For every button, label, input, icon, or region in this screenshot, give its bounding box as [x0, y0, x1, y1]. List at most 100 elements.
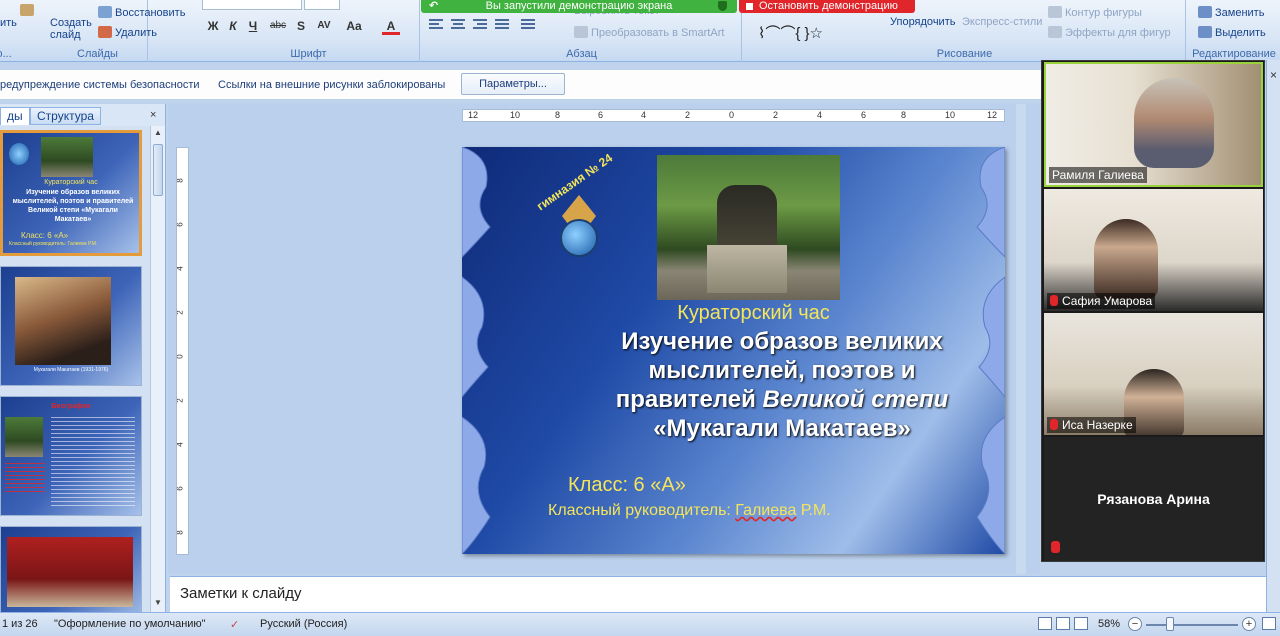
tab-outline[interactable]: Структура — [30, 107, 101, 125]
editor-scrollbar[interactable] — [1016, 104, 1026, 574]
slide-thumbnail-3[interactable]: Биография — [0, 396, 142, 516]
shield-icon — [718, 1, 727, 11]
stop-icon — [746, 3, 753, 10]
char-spacing-button[interactable]: AV — [312, 17, 336, 35]
shadow-button[interactable]: S — [292, 17, 310, 35]
left-ornament — [462, 147, 491, 554]
mute-icon — [1051, 541, 1060, 553]
align-right-button[interactable] — [472, 17, 488, 31]
arrange-button[interactable]: Упорядочить — [890, 16, 955, 28]
delete-icon — [98, 26, 112, 38]
ruler-tick: 2 — [685, 110, 691, 120]
ruler-tick: 4 — [641, 110, 647, 120]
italic-button[interactable]: К — [224, 17, 242, 35]
align-center-button[interactable] — [450, 17, 466, 31]
ruler-tick: 8 — [176, 178, 185, 183]
zoom-slider-knob[interactable] — [1166, 617, 1174, 631]
ruler-tick: 10 — [510, 110, 521, 120]
thumb-title: Изучение образов великих мыслителей, поэ… — [12, 189, 134, 223]
ruler-tick: 4 — [817, 110, 823, 120]
shape-outline-button[interactable]: Контур фигуры — [1048, 6, 1142, 19]
new-slide-button[interactable]: Создать слайд — [50, 17, 94, 41]
ruler-tick: 6 — [861, 110, 867, 120]
view-sorter-icon[interactable] — [1056, 617, 1070, 630]
scroll-thumb[interactable] — [153, 144, 163, 196]
zoom-level[interactable]: 58% — [1098, 618, 1120, 630]
mute-icon — [1050, 295, 1058, 306]
slide-canvas[interactable]: гимназия № 24 Кураторский час Изучение о… — [462, 147, 1005, 554]
ribbon: ить Создать слайд Восстановить Удалить С… — [0, 0, 1280, 62]
slide-thumbnail-1[interactable]: Кураторский час Изучение образов великих… — [0, 130, 142, 256]
replace-button[interactable]: Заменить — [1198, 6, 1264, 19]
delete-button[interactable]: Удалить — [98, 26, 157, 39]
restore-label: Восстановить — [115, 7, 186, 19]
underline-button[interactable]: Ч — [244, 17, 262, 35]
notes-placeholder: Заметки к слайду — [180, 585, 302, 602]
paste-label-partial[interactable]: ить — [0, 17, 17, 29]
thumb-teacher: Классный руководитель: Галиева Р.М. — [9, 241, 98, 247]
screen-share-banner[interactable]: ↶ Вы запустили демонстрацию экрана — [421, 0, 737, 13]
change-case-button[interactable]: Aa — [342, 17, 366, 35]
slide-thumbnail-4[interactable] — [0, 526, 142, 612]
strikethrough-button[interactable]: abc — [266, 17, 290, 35]
shapes-gallery[interactable]: ⌇⌒⌒{ }☆ — [758, 22, 823, 43]
ribbon-group-editing: Заменить Выделить Редактирование — [1188, 0, 1280, 62]
font-color-button[interactable]: A — [382, 17, 400, 35]
participant-tile-3[interactable]: Иса Назерке — [1044, 313, 1263, 435]
right-task-pane: × — [1266, 60, 1280, 612]
zoom-slider[interactable] — [1146, 624, 1238, 626]
shape-effects-label: Эффекты для фигур — [1065, 27, 1171, 39]
express-styles-button[interactable]: Экспресс-стили — [962, 16, 1042, 28]
thumb-subtitle: Кураторский час — [44, 179, 98, 186]
participant-video — [1134, 78, 1214, 168]
title-line-1: Изучение образов великих — [621, 328, 943, 355]
view-normal-icon[interactable] — [1038, 617, 1052, 630]
slide-thumbnail-2[interactable]: Мукагали Макатаев (1931-1976) — [0, 266, 142, 386]
tab-slides[interactable]: ды — [0, 107, 30, 125]
close-icon[interactable]: × — [1270, 68, 1277, 82]
justify-button[interactable] — [494, 17, 510, 31]
vertical-ruler: 8 6 4 2 0 2 4 6 8 — [176, 147, 189, 555]
font-size-field[interactable] — [304, 0, 340, 10]
notes-pane[interactable]: Заметки к слайду — [170, 576, 1280, 612]
align-left-button[interactable] — [428, 17, 444, 31]
shape-effects-icon — [1048, 26, 1062, 38]
ruler-tick: 6 — [598, 110, 604, 120]
select-label: Выделить — [1215, 27, 1266, 39]
language[interactable]: Русский (Россия) — [260, 618, 347, 630]
view-show-icon[interactable] — [1074, 617, 1088, 630]
stop-share-button[interactable]: Остановить демонстрацию — [739, 0, 915, 13]
ruler-tick: 4 — [176, 266, 185, 271]
thumb-logo — [9, 143, 29, 165]
restore-button[interactable]: Восстановить — [98, 6, 185, 19]
thumb-text-lines — [51, 417, 135, 507]
shape-effects-button[interactable]: Эффекты для фигур — [1048, 26, 1171, 39]
columns-button[interactable] — [520, 17, 536, 31]
participant-name-text: Рязанова Арина — [1097, 491, 1210, 507]
slide-thumbnails: Кураторский час Изучение образов великих… — [0, 126, 150, 612]
ruler-tick: 0 — [729, 110, 735, 120]
font-name-field[interactable] — [202, 0, 302, 10]
bold-button[interactable]: Ж — [204, 17, 222, 35]
smartart-button[interactable]: Преобразовать в SmartArt — [574, 26, 724, 39]
spellcheck-icon[interactable]: ✓ — [230, 618, 239, 631]
thumbnails-scrollbar[interactable]: ▲ ▼ — [150, 126, 165, 612]
participant-tile-1[interactable]: Рамиля Галиева — [1044, 62, 1263, 187]
paste-icon[interactable] — [20, 4, 37, 17]
fit-window-icon[interactable] — [1262, 617, 1276, 630]
teacher-label: Классный руководитель: — [548, 502, 736, 519]
participant-tile-2[interactable]: Сафия Умарова — [1044, 189, 1263, 311]
close-icon[interactable]: × — [150, 109, 156, 121]
shape-outline-label: Контур фигуры — [1065, 7, 1142, 19]
security-options-button[interactable]: Параметры... — [461, 73, 565, 95]
scroll-up-icon[interactable]: ▲ — [154, 128, 162, 137]
ruler-tick: 8 — [176, 530, 185, 535]
thumb-photo-small — [5, 417, 43, 457]
zoom-out-button[interactable]: − — [1128, 617, 1142, 631]
participant-tile-4[interactable]: Рязанова Арина — [1044, 437, 1263, 561]
scroll-down-icon[interactable]: ▼ — [154, 598, 162, 607]
security-warning-bar: редупреждение системы безопасности Ссылк… — [0, 70, 1043, 100]
zoom-in-button[interactable]: + — [1242, 617, 1256, 631]
select-button[interactable]: Выделить — [1198, 26, 1266, 39]
theme-name[interactable]: "Оформление по умолчанию" — [54, 618, 206, 630]
